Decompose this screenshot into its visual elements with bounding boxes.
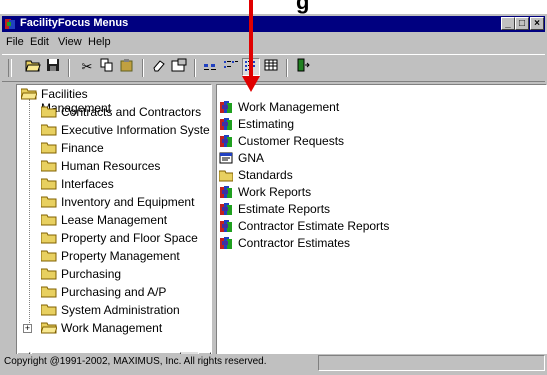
tree-item-label: Interfaces	[61, 177, 114, 191]
folder-icon	[41, 124, 57, 136]
tree-item-label: Inventory and Equipment	[61, 195, 195, 209]
app-icon	[5, 19, 15, 29]
annotation-arrow-head	[242, 76, 260, 92]
tree-item-label: System Administration	[61, 303, 180, 317]
tree-item-label: Contracts and Contractors	[61, 105, 202, 119]
open-folder-icon[interactable]	[24, 58, 42, 76]
menu-help[interactable]: Help	[88, 36, 111, 48]
status-copyright: Copyright @1991-2002, MAXIMUS, Inc. All …	[4, 356, 267, 367]
folder-icon	[41, 268, 57, 280]
cut-icon[interactable]: ✂	[78, 58, 96, 76]
tree-item-label: Work Management	[61, 321, 163, 335]
menu-edit[interactable]: Edit	[30, 36, 49, 48]
expand-button[interactable]: +	[23, 324, 32, 333]
window-title: FacilityFocus Menus	[20, 17, 129, 29]
title-bar[interactable]: FacilityFocus Menus _ □ ×	[2, 16, 545, 32]
toolbar-separator	[286, 59, 288, 77]
book-icon	[220, 237, 232, 249]
book-icon	[220, 101, 232, 113]
list-item-label: Estimate Reports	[238, 202, 331, 216]
folder-icon	[41, 196, 57, 208]
close-button[interactable]: ×	[530, 17, 544, 30]
facilityfocus-window: FacilityFocus Menus _ □ × File Edit View…	[0, 14, 547, 375]
annotation-arrow-line	[249, 0, 253, 78]
tree-item-label: Lease Management	[61, 213, 168, 227]
small-icons-view[interactable]	[222, 58, 240, 76]
folder-icon	[41, 232, 57, 244]
open-folder-icon	[21, 88, 37, 100]
list-item-label: GNA	[238, 151, 265, 165]
book-icon	[220, 135, 232, 147]
menu-file[interactable]: File	[6, 36, 24, 48]
minimize-button[interactable]: _	[501, 17, 515, 30]
list-item-label: Contractor Estimate Reports	[238, 219, 390, 233]
tree-item-label: Human Resources	[61, 159, 161, 173]
save-icon[interactable]	[44, 58, 62, 76]
exit-icon[interactable]	[294, 58, 312, 76]
folder-tree[interactable]: Facilities Management Contracts and Cont…	[16, 84, 212, 366]
paste-icon[interactable]	[118, 58, 136, 76]
list-item-label: Work Management	[238, 100, 340, 114]
copy-icon[interactable]	[98, 58, 116, 76]
folder-icon	[219, 170, 233, 182]
menu-bar: File Edit View Help	[2, 34, 545, 52]
tree-item-label: Purchasing and A/P	[61, 285, 167, 299]
folder-icon	[41, 142, 57, 154]
toolbar: ✂	[2, 54, 545, 82]
tree-item-label: Property Management	[61, 249, 180, 263]
list-item-label: Customer Requests	[238, 134, 345, 148]
form-icon	[219, 152, 233, 164]
folder-icon	[41, 214, 57, 226]
tree-item-label: Property and Floor Space	[61, 231, 198, 245]
tree-guide-line	[29, 99, 30, 327]
large-icons-view[interactable]	[202, 58, 220, 76]
book-icon	[220, 220, 232, 232]
list-item-label: Standards	[238, 168, 293, 182]
toolbar-grip[interactable]	[8, 59, 12, 77]
tree-item-label: Purchasing	[61, 267, 122, 281]
overlay-cut-text: g	[296, 0, 310, 14]
toolbar-separator	[142, 59, 144, 77]
book-icon	[220, 118, 232, 130]
tree-item-label: Finance	[61, 141, 104, 155]
tree-item-label: Executive Information Syste	[61, 123, 210, 137]
list-item-label: Contractor Estimates	[238, 236, 351, 250]
properties-icon[interactable]	[170, 58, 188, 76]
details-view[interactable]	[262, 58, 280, 76]
status-panel	[318, 355, 545, 371]
folder-icon	[41, 304, 57, 316]
open-folder-icon	[41, 322, 57, 334]
folder-icon	[41, 160, 57, 172]
toolbar-separator	[68, 59, 70, 77]
list-item-label: Work Reports	[238, 185, 312, 199]
menu-list[interactable]: Work Management Estimating Customer Reques…	[216, 84, 547, 366]
menu-view[interactable]: View	[58, 36, 82, 48]
book-icon	[220, 203, 232, 215]
maximize-button[interactable]: □	[515, 17, 529, 30]
eraser-icon[interactable]	[150, 58, 168, 76]
folder-icon	[41, 106, 57, 118]
list-item-label: Estimating	[238, 117, 295, 131]
folder-icon	[41, 250, 57, 262]
folder-icon	[41, 178, 57, 190]
toolbar-separator	[194, 59, 196, 77]
folder-icon	[41, 286, 57, 298]
status-bar: Copyright @1991-2002, MAXIMUS, Inc. All …	[0, 354, 547, 375]
book-icon	[220, 186, 232, 198]
